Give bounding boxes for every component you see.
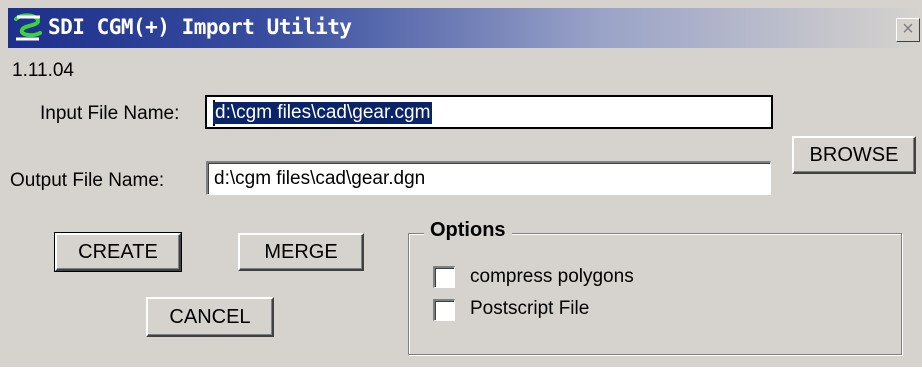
- sdi-logo-icon: [12, 13, 44, 43]
- cancel-button[interactable]: CANCEL: [146, 297, 274, 337]
- import-utility-window: SDI CGM(+) Import Utility × 1.11.04 Inpu…: [0, 0, 922, 370]
- options-groupbox: [408, 233, 902, 355]
- output-file-field[interactable]: [206, 161, 771, 195]
- input-file-field[interactable]: d:\cgm files\cad\gear.cgm: [205, 95, 773, 129]
- input-file-label: Input File Name:: [40, 103, 180, 124]
- output-file-label: Output File Name:: [10, 170, 165, 191]
- compress-polygons-label[interactable]: compress polygons: [470, 266, 634, 288]
- input-file-value: d:\cgm files\cad\gear.cgm: [213, 102, 433, 124]
- close-icon[interactable]: ×: [896, 18, 920, 42]
- compress-polygons-checkbox[interactable]: [433, 266, 455, 288]
- postscript-file-label[interactable]: Postscript File: [470, 298, 589, 320]
- version-label: 1.11.04: [12, 60, 74, 81]
- title-bar[interactable]: SDI CGM(+) Import Utility ×: [8, 8, 922, 48]
- merge-button[interactable]: MERGE: [238, 233, 364, 271]
- create-button[interactable]: CREATE: [54, 232, 182, 272]
- window-title: SDI CGM(+) Import Utility: [48, 15, 352, 39]
- options-title: Options: [424, 219, 512, 242]
- output-file-input[interactable]: [208, 163, 770, 194]
- postscript-file-checkbox[interactable]: [433, 299, 455, 321]
- browse-button[interactable]: BROWSE: [792, 136, 916, 174]
